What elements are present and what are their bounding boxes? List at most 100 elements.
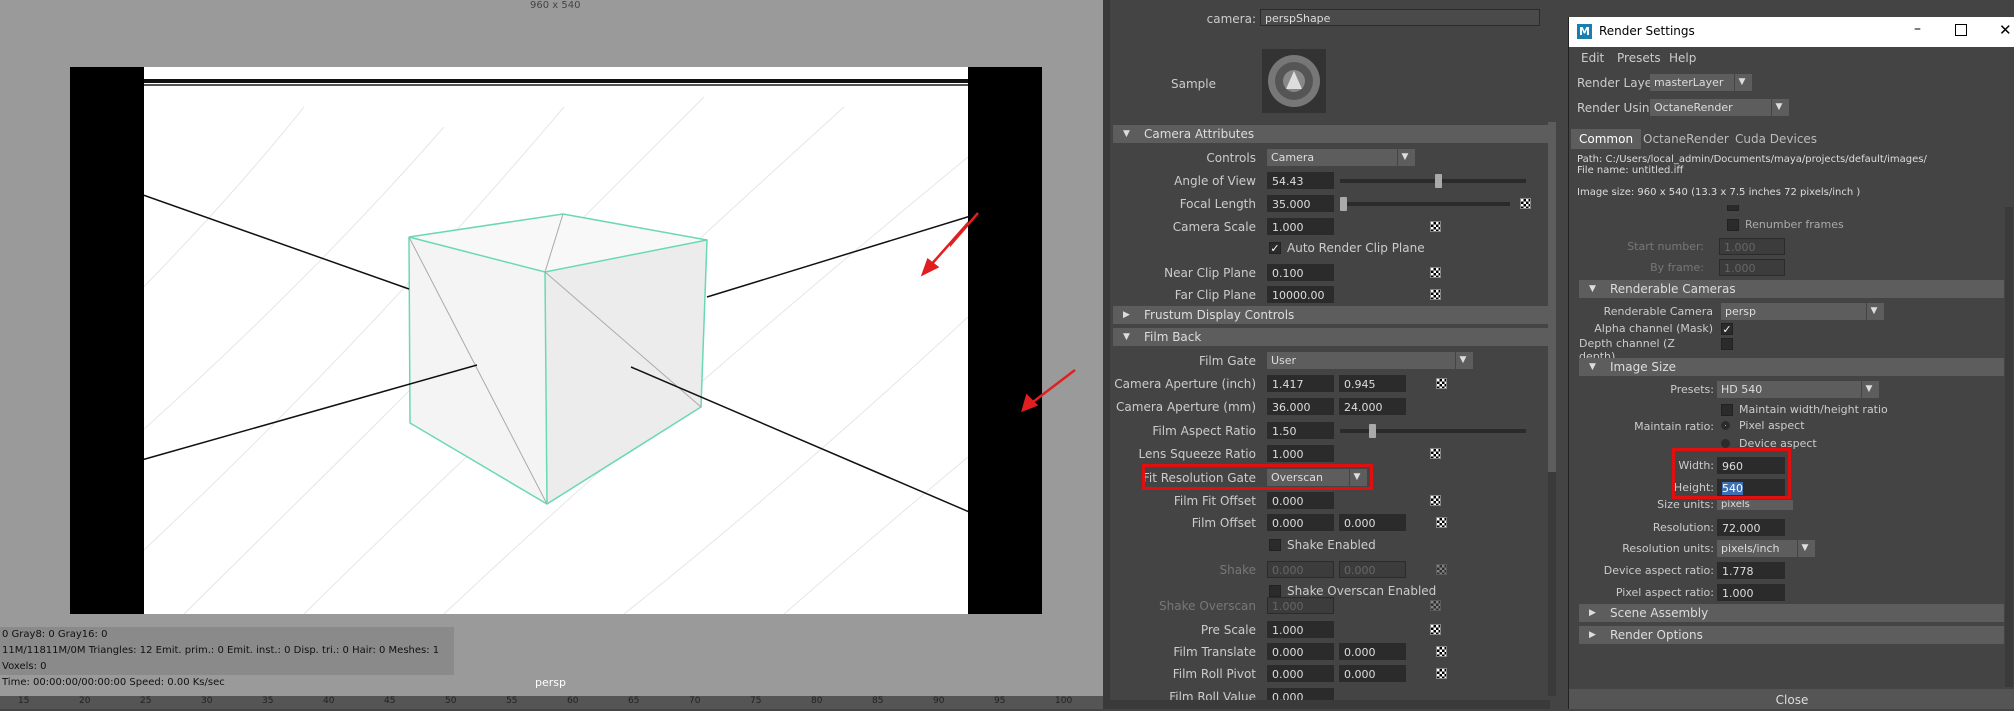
- chevron-down-icon: ▼: [1797, 540, 1812, 557]
- slider-knob[interactable]: [1340, 197, 1347, 211]
- angle-of-view-field[interactable]: 54.43: [1267, 172, 1334, 189]
- far-clip-field[interactable]: 10000.00: [1267, 286, 1334, 303]
- window-title: Render Settings: [1599, 24, 1695, 38]
- renumber-frames-checkbox[interactable]: [1727, 219, 1739, 231]
- device-aspect-ratio-field[interactable]: 1.778: [1717, 562, 1785, 579]
- film-aspect-field[interactable]: 1.50: [1267, 422, 1334, 439]
- film-translate-x-field[interactable]: 0.000: [1267, 643, 1334, 660]
- render-layer-dropdown[interactable]: masterLayer ▼: [1650, 74, 1752, 91]
- sample-swatch[interactable]: [1262, 49, 1326, 113]
- ruler-tick-label: 75: [750, 696, 762, 706]
- shake-overscan-field: 1.000: [1267, 597, 1334, 614]
- lens-squeeze-field[interactable]: 1.000: [1267, 445, 1334, 462]
- section-render-options[interactable]: ▶ Render Options: [1579, 626, 2004, 644]
- film-offset-x-field[interactable]: 0.000: [1267, 514, 1334, 531]
- aperture-inch-x-field[interactable]: 1.417: [1267, 375, 1334, 392]
- minimize-icon[interactable]: –: [1914, 21, 1921, 37]
- map-button[interactable]: [1430, 267, 1441, 278]
- maintain-wh-checkbox[interactable]: [1721, 404, 1733, 416]
- presets-dropdown[interactable]: HD 540 ▼: [1717, 381, 1879, 398]
- pixel-aspect-radio[interactable]: [1721, 421, 1730, 430]
- map-button[interactable]: [1430, 495, 1441, 506]
- map-button[interactable]: [1430, 221, 1441, 232]
- camera-scale-field[interactable]: 1.000: [1267, 218, 1334, 235]
- film-translate-y-field[interactable]: 0.000: [1339, 643, 1406, 660]
- section-label: Film Back: [1144, 330, 1202, 344]
- map-button[interactable]: [1436, 517, 1447, 528]
- section-renderable-cameras[interactable]: ▼ Renderable Cameras: [1579, 280, 2004, 298]
- section-film-back[interactable]: ▼ Film Back: [1113, 328, 1548, 346]
- focal-length-field[interactable]: 35.000: [1267, 195, 1334, 212]
- menu-help[interactable]: Help: [1669, 51, 1696, 65]
- film-gate-dropdown[interactable]: User ▼: [1267, 352, 1473, 369]
- section-image-size[interactable]: ▼ Image Size: [1579, 358, 2004, 376]
- render-settings-scrollbar[interactable]: [2005, 207, 2013, 687]
- size-units-dropdown[interactable]: pixels: [1717, 500, 1793, 510]
- shake-overscan-enabled-checkbox[interactable]: [1269, 585, 1281, 597]
- tab-common[interactable]: Common: [1571, 129, 1642, 149]
- auto-render-clip-checkbox[interactable]: ✓: [1269, 242, 1281, 254]
- controls-dropdown[interactable]: Camera ▼: [1267, 149, 1415, 166]
- shake-overscan-enabled-label: Shake Overscan Enabled: [1287, 584, 1437, 598]
- focal-length-slider[interactable]: [1340, 197, 1510, 211]
- panel-splitter[interactable]: [1103, 0, 1110, 709]
- film-offset-y-field[interactable]: 0.000: [1339, 514, 1406, 531]
- render-layer-value: masterLayer: [1654, 76, 1724, 89]
- near-clip-field[interactable]: 0.100: [1267, 264, 1334, 281]
- render-using-dropdown[interactable]: OctaneRender ▼: [1650, 99, 1789, 116]
- close-button[interactable]: Close: [1569, 689, 2014, 709]
- map-button[interactable]: [1430, 289, 1441, 300]
- slider-knob[interactable]: [1368, 424, 1376, 438]
- tab-octanerender[interactable]: OctaneRender: [1635, 129, 1737, 149]
- title-bar[interactable]: M Render Settings – ✕: [1569, 17, 2014, 47]
- film-roll-pivot-x-field[interactable]: 0.000: [1267, 665, 1334, 682]
- film-roll-pivot-y-field[interactable]: 0.000: [1339, 665, 1406, 682]
- chevron-down-icon: ▼: [1771, 99, 1786, 116]
- camera-name-label: persp: [535, 676, 566, 689]
- map-button[interactable]: [1430, 624, 1441, 635]
- ruler-tick-label: 60: [567, 696, 579, 706]
- timeline-ruler[interactable]: 15 20 25 30 35 40 45 50 55 60 65 70 75 80 85 90 95 100: [0, 696, 1103, 709]
- map-button[interactable]: [1436, 378, 1447, 389]
- device-aspect-radio[interactable]: [1721, 439, 1730, 448]
- aperture-inch-y-field[interactable]: 0.945: [1339, 375, 1406, 392]
- renderable-camera-dropdown[interactable]: persp ▼: [1721, 303, 1884, 320]
- film-aspect-slider[interactable]: [1340, 424, 1526, 438]
- camera-name-field[interactable]: perspShape: [1260, 9, 1540, 26]
- section-camera-attributes[interactable]: ▼ Camera Attributes: [1113, 125, 1548, 143]
- map-button[interactable]: [1436, 668, 1447, 679]
- film-fit-offset-field[interactable]: 0.000: [1267, 492, 1334, 509]
- ae-scrollbar[interactable]: [1548, 122, 1556, 696]
- slider-knob[interactable]: [1434, 174, 1442, 188]
- film-roll-value-field[interactable]: 0.000: [1267, 688, 1334, 704]
- ruler-tick-label: 15: [18, 696, 30, 706]
- map-button[interactable]: [1430, 448, 1441, 459]
- highlight-box: [1672, 448, 1791, 499]
- depth-channel-checkbox[interactable]: [1721, 338, 1733, 350]
- pre-scale-field[interactable]: 1.000: [1267, 621, 1334, 638]
- close-icon[interactable]: ✕: [1999, 21, 2012, 39]
- maximize-icon[interactable]: [1955, 24, 1967, 36]
- map-button[interactable]: [1520, 198, 1531, 209]
- section-scene-assembly[interactable]: ▶ Scene Assembly: [1579, 604, 2004, 622]
- map-button[interactable]: [1436, 646, 1447, 657]
- scrollbar-thumb[interactable]: [1548, 122, 1556, 472]
- tab-cuda-devices[interactable]: Cuda Devices: [1727, 129, 1825, 149]
- shake-enabled-checkbox[interactable]: [1269, 539, 1281, 551]
- aperture-mm-y-field[interactable]: 24.000: [1339, 398, 1406, 415]
- render-settings-window: M Render Settings – ✕ Edit Presets Help …: [1568, 17, 2014, 709]
- resolution-units-dropdown[interactable]: pixels/inch ▼: [1717, 540, 1815, 557]
- ruler-tick-label: 25: [140, 696, 152, 706]
- alpha-channel-checkbox[interactable]: ✓: [1721, 323, 1733, 335]
- pixel-aspect-ratio-field[interactable]: 1.000: [1717, 584, 1785, 601]
- aperture-mm-x-field[interactable]: 36.000: [1267, 398, 1334, 415]
- skip-frames-checkbox[interactable]: [1727, 205, 1739, 211]
- menu-presets[interactable]: Presets: [1617, 51, 1661, 65]
- map-button: [1436, 564, 1447, 575]
- highlight-box: [1142, 464, 1373, 490]
- angle-of-view-slider[interactable]: [1340, 174, 1526, 188]
- resolution-field[interactable]: 72.000: [1717, 519, 1785, 536]
- viewport-panel[interactable]: 960 x 540 0 Gray8: 0 Gray16: 0 11M/11811…: [0, 0, 1103, 709]
- section-frustum-display[interactable]: ▶ Frustum Display Controls: [1113, 306, 1548, 324]
- menu-edit[interactable]: Edit: [1581, 51, 1604, 65]
